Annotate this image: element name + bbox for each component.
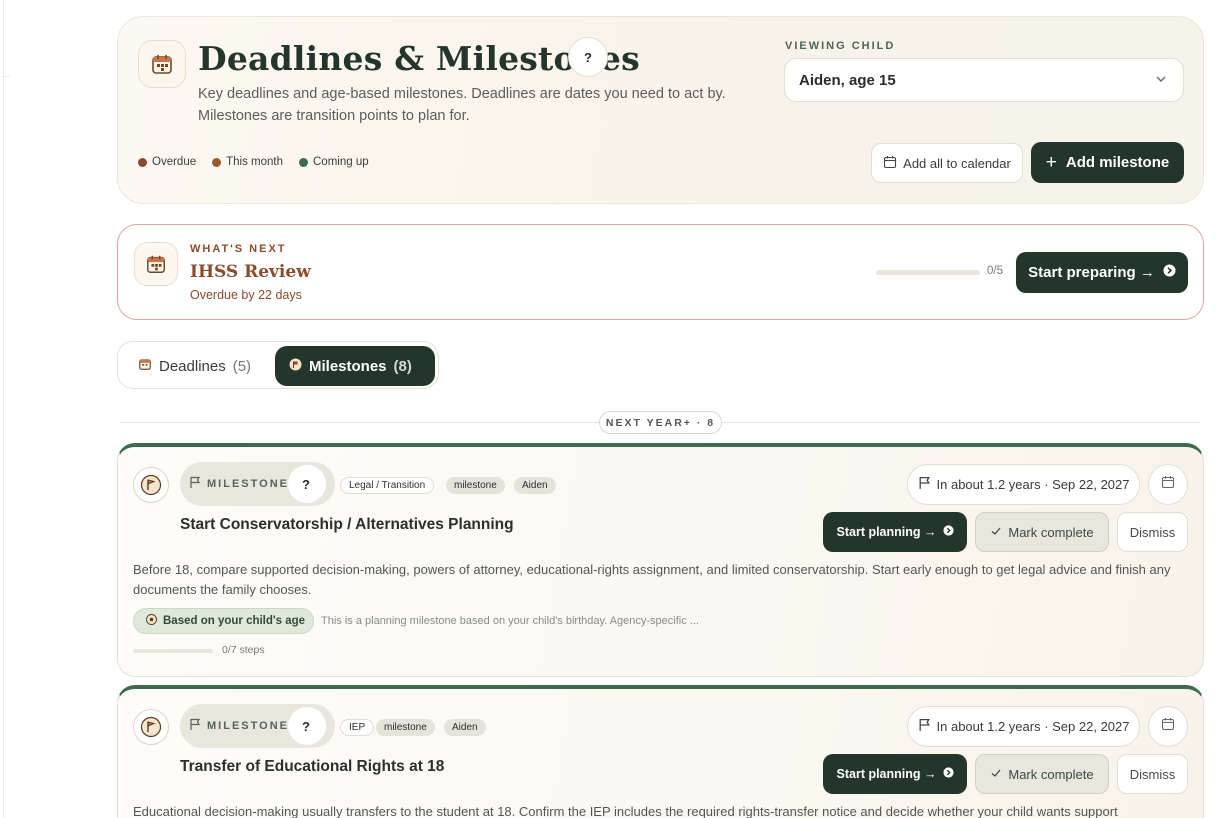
status-legend: Overdue This month Coming up [138, 156, 369, 168]
tag-type: milestone [376, 719, 435, 736]
milestone-card: MILESTONES ? IEP milestone Aiden Transfe… [117, 685, 1204, 818]
start-preparing-button[interactable]: Start preparing → [1016, 252, 1188, 293]
steps-progress-bar [133, 649, 213, 653]
arrow-right-circle-icon [942, 525, 954, 539]
viewing-child-label: VIEWING CHILD [785, 40, 896, 52]
milestone-date: In about 1.2 years · Sep 22, 2027 [907, 706, 1140, 747]
milestone-card: MILESTONES ? Legal / Transition mileston… [117, 443, 1204, 677]
milestone-type-pill: MILESTONES ? [180, 462, 335, 506]
whats-next-status: Overdue by 22 days [190, 288, 302, 302]
whats-next-label: WHAT'S NEXT [190, 243, 287, 255]
milestone-date: In about 1.2 years · Sep 22, 2027 [907, 464, 1140, 505]
left-rail [0, 0, 10, 818]
dismiss-button[interactable]: Dismiss [1117, 754, 1188, 794]
page-subtitle: Key deadlines and age-based milestones. … [198, 86, 726, 124]
tag-child: Aiden [514, 477, 556, 494]
calendar-icon [134, 242, 178, 286]
tab-deadlines[interactable]: Deadlines (5) [124, 346, 265, 386]
arrow-right-circle-icon [942, 767, 954, 781]
mark-complete-button[interactable]: Mark complete [975, 754, 1109, 794]
tag-child: Aiden [444, 719, 486, 736]
legend-overdue: Overdue [138, 156, 196, 168]
calendar-icon [883, 155, 897, 172]
plus-icon: + [1045, 152, 1057, 173]
calendar-icon [138, 40, 186, 88]
group-label: NEXT YEAR+ · 8 [599, 411, 722, 434]
age-based-badge: Based on your child's age [133, 608, 314, 634]
start-planning-button[interactable]: Start planning → [823, 512, 967, 552]
tab-milestones[interactable]: Milestones (8) [275, 346, 435, 386]
start-planning-button[interactable]: Start planning → [823, 754, 967, 794]
dismiss-button[interactable]: Dismiss [1117, 512, 1188, 552]
legend-this-month: This month [212, 156, 283, 168]
check-icon [990, 767, 1002, 782]
flag-icon [189, 718, 201, 734]
add-to-calendar-button[interactable] [1148, 706, 1188, 747]
tag-category: IEP [340, 719, 375, 736]
flag-icon [918, 718, 931, 735]
add-all-to-calendar-button[interactable]: Add all to calendar [871, 143, 1023, 183]
milestone-description: Before 18, compare supported decision-ma… [133, 562, 1171, 597]
age-note: This is a planning milestone based on yo… [321, 615, 699, 627]
help-button[interactable]: ? [288, 465, 326, 503]
tag-type: milestone [446, 477, 505, 494]
calendar-icon [1161, 475, 1175, 494]
flag-icon [189, 476, 201, 492]
child-select-value: Aiden, age 15 [799, 71, 896, 89]
header-card: Deadlines & Milestones ? Key deadlines a… [117, 16, 1204, 204]
age-icon [146, 614, 157, 628]
milestone-icon [133, 467, 169, 503]
add-to-calendar-button[interactable] [1148, 464, 1188, 505]
arrow-right-circle-icon [1163, 264, 1176, 281]
milestone-icon [133, 709, 169, 745]
child-select[interactable]: Aiden, age 15 [784, 58, 1184, 102]
whats-next-progress-text: 0/5 [987, 265, 1003, 277]
tag-category: Legal / Transition [340, 477, 435, 494]
milestone-description: Educational decision-making usually tran… [133, 804, 1118, 818]
check-icon [990, 525, 1002, 540]
chevron-down-icon [1153, 71, 1169, 91]
milestone-title[interactable]: Transfer of Educational Rights at 18 [180, 758, 444, 776]
view-tabs: Deadlines (5) Milestones (8) [117, 341, 439, 389]
add-milestone-button[interactable]: + Add milestone [1031, 142, 1184, 183]
help-button[interactable]: ? [568, 37, 608, 77]
whats-next-progress-bar [876, 270, 980, 275]
whats-next-card: WHAT'S NEXT IHSS Review Overdue by 22 da… [117, 224, 1204, 320]
milestone-title[interactable]: Start Conservatorship / Alternatives Pla… [180, 516, 514, 534]
flag-icon [918, 476, 931, 493]
milestone-icon [289, 358, 302, 375]
mark-complete-button[interactable]: Mark complete [975, 512, 1109, 552]
whats-next-title[interactable]: IHSS Review [190, 262, 311, 282]
legend-coming-up: Coming up [299, 156, 369, 168]
milestone-type-pill: MILESTONES ? [180, 704, 335, 748]
calendar-icon [138, 357, 152, 375]
help-button[interactable]: ? [288, 707, 326, 745]
calendar-icon [1161, 717, 1175, 736]
steps-count: 0/7 steps [222, 644, 265, 656]
